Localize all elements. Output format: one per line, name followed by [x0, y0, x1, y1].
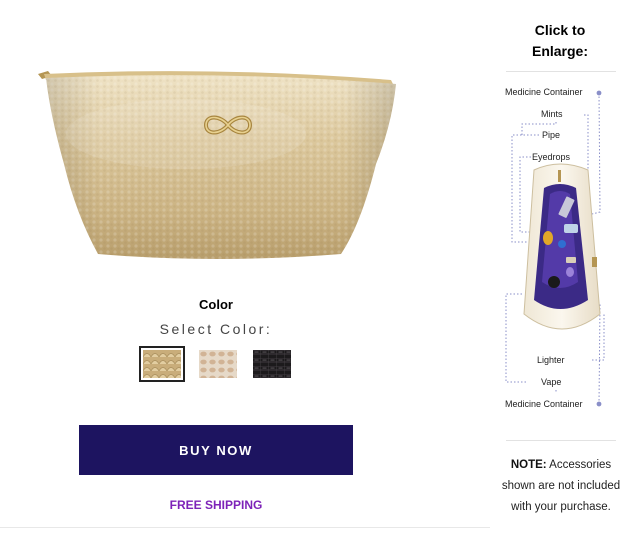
accessories-note: NOTE: Accessories shown are not included… [500, 455, 622, 518]
enlarge-sidebar: Click to Enlarge: Medicine Container Min… [490, 0, 629, 541]
swatch-black-croc[interactable] [249, 346, 295, 382]
callout-mints: Mints [541, 109, 563, 120]
divider [506, 440, 616, 441]
select-color-label: Select Color: [159, 321, 273, 337]
callout-lighter: Lighter [537, 355, 565, 366]
buy-now-button[interactable]: BUY NOW [79, 425, 353, 475]
product-image [38, 71, 396, 259]
divider [0, 527, 490, 528]
callout-eyedrops: Eyedrops [532, 152, 571, 163]
enlarge-title-line2: Enlarge: [531, 43, 588, 59]
note-label: NOTE: [510, 459, 547, 471]
callout-medicine-container-bottom: Medicine Container [505, 399, 583, 410]
enlarge-title-line1: Click to [534, 22, 586, 38]
swatch-gold[interactable] [139, 346, 185, 382]
accessories-diagram[interactable]: Medicine Container Mints Pipe Eyedrops L… [504, 82, 618, 417]
divider [506, 71, 616, 72]
product-panel: Color Select Color: BUY NOW FREE SHIPPIN… [0, 0, 490, 541]
color-heading: Color [199, 297, 233, 312]
enlarge-title: Click to Enlarge: [504, 20, 616, 62]
callout-pipe: Pipe [542, 130, 561, 141]
diagram-illustration [505, 90, 605, 407]
callout-vape: Vape [541, 377, 562, 388]
swatch-snakeskin-beige[interactable] [195, 346, 241, 382]
callout-medicine-container: Medicine Container [505, 87, 583, 98]
color-swatches [139, 346, 299, 382]
free-shipping-label: FREE SHIPPING [169, 498, 263, 512]
